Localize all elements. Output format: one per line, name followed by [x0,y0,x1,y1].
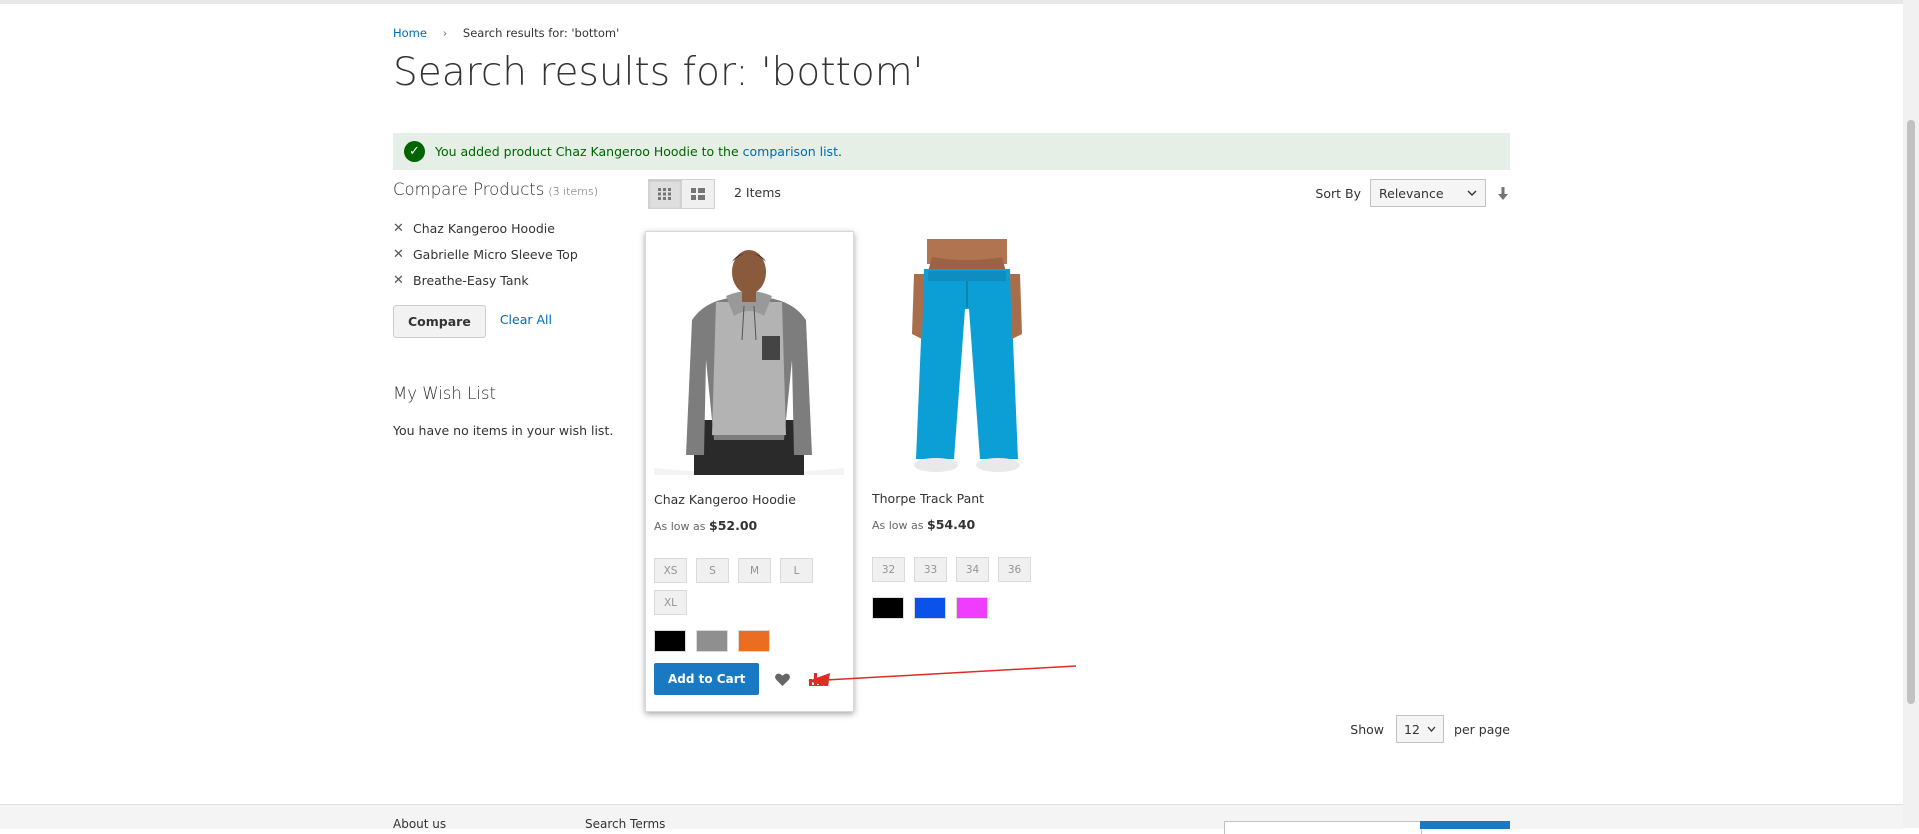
footer-link-search-terms[interactable]: Search Terms [585,817,665,831]
product-image-track-pant[interactable] [872,239,1062,474]
top-bar [0,0,1903,4]
chevron-down-icon [1467,190,1477,196]
list-icon [691,188,705,200]
color-swatch-gray[interactable] [696,630,728,652]
check-icon: ✓ [404,141,425,162]
heart-icon [774,673,790,686]
color-swatch-black[interactable] [654,630,686,652]
sort-by-label: Sort By [1315,185,1361,201]
page-title: Search results for: 'bottom' [393,50,924,95]
color-swatch-blue[interactable] [914,597,946,619]
compare-item: ✕ Gabrielle Micro Sleeve Top [393,241,623,267]
breadcrumb: Home › Search results for: 'bottom' [393,26,619,40]
list-view-button[interactable] [681,179,715,209]
breadcrumb-home-link[interactable]: Home [393,26,427,40]
product-actions: Add to Cart [654,663,827,695]
size-swatches: 32 33 34 36 [872,557,1052,589]
clear-all-link[interactable]: Clear All [500,312,552,327]
color-swatch-black[interactable] [872,597,904,619]
compare-products-block: Compare Products (3 items) ✕ Chaz Kangero… [393,180,623,338]
grid-view-button[interactable] [648,179,682,209]
success-message: ✓ You added product Chaz Kangeroo Hoodie… [393,133,1510,170]
compare-item: ✕ Chaz Kangeroo Hoodie [393,215,623,241]
color-swatch-pink[interactable] [956,597,988,619]
compare-button[interactable]: Compare [393,305,486,338]
product-name-link[interactable]: Chaz Kangeroo Hoodie [654,492,796,507]
breadcrumb-separator-icon: › [442,26,448,40]
chevron-down-icon [1427,726,1436,732]
compare-list: ✕ Chaz Kangeroo Hoodie ✕ Gabrielle Micro… [393,215,623,293]
grid-icon [658,188,671,200]
compare-item-name[interactable]: Chaz Kangeroo Hoodie [413,221,555,236]
product-price: As low as $54.40 [872,517,976,532]
footer-link-about[interactable]: About us [393,817,446,831]
show-label: Show [1350,721,1385,737]
color-swatches [872,597,998,619]
arrow-down-icon [1498,186,1508,200]
size-option[interactable]: XS [654,558,687,583]
per-page-select[interactable]: 12 [1396,715,1445,743]
product-price: As low as $52.00 [654,518,758,533]
color-swatches [654,630,780,652]
product-image-hoodie[interactable] [654,240,844,475]
size-option[interactable]: 36 [998,557,1031,582]
size-option[interactable]: 32 [872,557,905,582]
compare-count: (3 items) [548,185,599,198]
add-to-wishlist-button[interactable] [771,668,793,690]
annotation-arrow-icon [808,665,1077,686]
remove-compare-item-icon[interactable]: ✕ [393,221,413,236]
remove-compare-item-icon[interactable]: ✕ [393,247,413,262]
size-option[interactable]: 33 [914,557,947,582]
size-swatches: XS S M L XL [654,558,834,622]
wish-list-empty-text: You have no items in your wish list. [393,423,614,438]
compare-products-title: Compare Products (3 items) [393,180,599,199]
sorter: Sort By Relevance [1315,179,1510,207]
page-scrollbar[interactable] [1903,0,1919,828]
product-name-link[interactable]: Thorpe Track Pant [872,491,984,506]
product-item[interactable]: Chaz Kangeroo Hoodie As low as $52.00 XS… [645,231,854,712]
message-text: You added product Chaz Kangeroo Hoodie t… [435,144,842,159]
sort-direction-button[interactable] [1496,186,1510,200]
compare-item: ✕ Breathe-Easy Tank [393,267,623,293]
toolbar-amount: 2 Items [734,185,781,200]
add-to-cart-button[interactable]: Add to Cart [654,663,760,695]
size-option[interactable]: 34 [956,557,989,582]
remove-compare-item-icon[interactable]: ✕ [393,273,413,288]
size-option[interactable]: XL [654,590,687,615]
compare-item-name[interactable]: Breathe-Easy Tank [413,273,529,288]
size-option[interactable]: S [696,558,729,583]
limiter: Show 12 per page [1350,715,1510,743]
per-page-label: per page [1454,721,1510,737]
sort-by-select[interactable]: Relevance [1370,179,1486,207]
scrollbar-thumb[interactable] [1907,120,1915,704]
size-option[interactable]: M [738,558,771,583]
footer: About us Search Terms [0,804,1903,834]
products-toolbar: 2 Items Sort By Relevance [648,179,1510,209]
product-item[interactable]: Thorpe Track Pant As low as $54.40 32 33… [864,231,1073,619]
comparison-list-link[interactable]: comparison list [743,144,838,159]
wish-list-title: My Wish List [393,384,496,403]
color-swatch-orange[interactable] [738,630,770,652]
compare-actions: Compare Clear All [393,305,623,338]
breadcrumb-current: Search results for: 'bottom' [462,26,620,40]
size-option[interactable]: L [780,558,813,583]
compare-item-name[interactable]: Gabrielle Micro Sleeve Top [413,247,578,262]
